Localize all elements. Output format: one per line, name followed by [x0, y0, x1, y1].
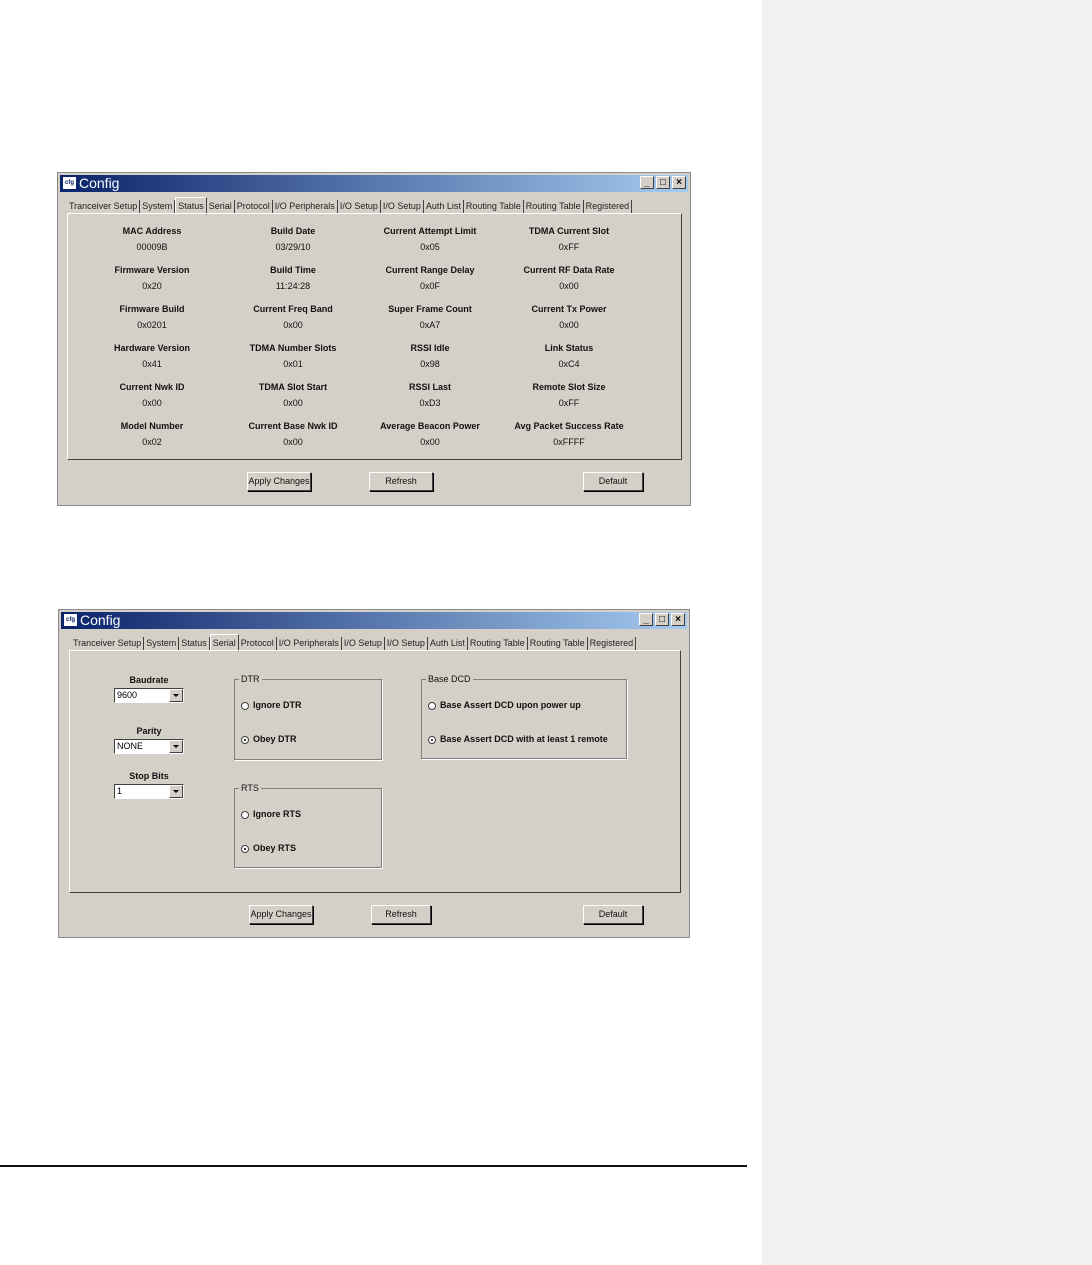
- tab-tranceiver-setup[interactable]: Tranceiver Setup: [67, 200, 141, 213]
- maximize-icon[interactable]: □: [655, 613, 669, 626]
- chevron-down-icon[interactable]: [169, 740, 183, 753]
- status-field: Build Time 11:24:28: [270, 265, 316, 291]
- status-field: RSSI Idle 0x98: [410, 343, 450, 369]
- status-field: Current Attempt Limit 0x05: [383, 226, 477, 252]
- tab-registered[interactable]: Registered: [584, 200, 633, 213]
- status-field: Current Base Nwk ID 0x00: [248, 421, 338, 447]
- stop-bits-label: Stop Bits: [129, 771, 169, 781]
- serial-tab-panel: Baudrate 9600 Parity NONE Stop Bits 1 DT…: [69, 650, 681, 893]
- refresh-button[interactable]: Refresh: [371, 905, 431, 924]
- status-field: TDMA Number Slots 0x01: [249, 343, 337, 369]
- parity-select[interactable]: NONE: [114, 739, 184, 754]
- status-field: Model Number 0x02: [120, 421, 184, 447]
- status-field: Current Nwk ID 0x00: [119, 382, 185, 408]
- tab-io-setup[interactable]: I/O Setup: [342, 637, 385, 650]
- footer-rule: [0, 1165, 747, 1167]
- status-field: Firmware Version 0x20: [114, 265, 190, 291]
- close-icon[interactable]: ×: [671, 613, 685, 626]
- tab-tranceiver-setup[interactable]: Tranceiver Setup: [71, 637, 145, 650]
- obey-dtr-radio[interactable]: Obey DTR: [241, 731, 297, 749]
- default-button[interactable]: Default: [583, 472, 643, 491]
- status-field: Hardware Version 0x41: [113, 343, 191, 369]
- tab-io-peripherals[interactable]: I/O Peripherals: [273, 200, 338, 213]
- base-dcd-power-up-radio[interactable]: Base Assert DCD upon power up: [428, 697, 581, 715]
- tab-routing-table-2[interactable]: Routing Table: [524, 200, 584, 213]
- apply-changes-button[interactable]: Apply Changes: [247, 472, 311, 491]
- status-field: Current Tx Power 0x00: [531, 304, 607, 330]
- tab-io-setup-2[interactable]: I/O Setup: [381, 200, 424, 213]
- dtr-group: DTR Ignore DTR Obey DTR: [234, 673, 382, 760]
- chevron-down-icon[interactable]: [169, 689, 183, 702]
- radio-selected-icon[interactable]: [428, 735, 436, 744]
- tab-registered[interactable]: Registered: [588, 637, 637, 650]
- tab-strip: Tranceiver Setup System Status Serial Protoc…: [71, 634, 637, 652]
- status-field: Super Frame Count 0xA7: [388, 304, 472, 330]
- maximize-icon[interactable]: □: [656, 176, 670, 189]
- status-field: Average Beacon Power 0x00: [380, 421, 480, 447]
- app-icon: [63, 613, 78, 627]
- status-field: Current Range Delay 0x0F: [385, 265, 475, 291]
- obey-rts-radio[interactable]: Obey RTS: [241, 840, 296, 858]
- tab-protocol[interactable]: Protocol: [239, 637, 277, 650]
- status-field: Firmware Build 0x0201: [119, 304, 185, 330]
- title-bar[interactable]: Config _ □ ×: [60, 175, 688, 192]
- tab-io-peripherals[interactable]: I/O Peripherals: [277, 637, 342, 650]
- radio-icon[interactable]: [241, 701, 249, 710]
- tab-serial[interactable]: Serial: [207, 200, 235, 213]
- default-button[interactable]: Default: [583, 905, 643, 924]
- tab-strip: Tranceiver Setup System Status Serial Protoc…: [67, 197, 633, 215]
- tab-auth-list[interactable]: Auth List: [428, 637, 468, 650]
- config-window-serial: Config _ □ × Tranceiver SetupSystemStatu…: [58, 609, 690, 938]
- status-tab-panel: MAC Address 00009B Build Date 03/29/10 Cur…: [67, 213, 682, 460]
- title-bar[interactable]: Config _ □ ×: [61, 612, 687, 629]
- minimize-icon[interactable]: _: [639, 613, 653, 626]
- status-field: MAC Address 00009B: [122, 226, 182, 252]
- baudrate-label: Baudrate: [129, 675, 169, 685]
- status-field: Current RF Data Rate 0x00: [523, 265, 615, 291]
- radio-selected-icon[interactable]: [241, 844, 249, 853]
- tab-auth-list[interactable]: Auth List: [424, 200, 464, 213]
- ignore-rts-radio[interactable]: Ignore RTS: [241, 806, 301, 824]
- rts-group: RTS Ignore RTS Obey RTS: [234, 782, 382, 868]
- tab-io-setup-2[interactable]: I/O Setup: [385, 637, 428, 650]
- chevron-down-icon[interactable]: [169, 785, 183, 798]
- status-field: Current Freq Band 0x00: [253, 304, 333, 330]
- tab-routing-table[interactable]: Routing Table: [464, 200, 524, 213]
- minimize-icon[interactable]: _: [640, 176, 654, 189]
- status-field: RSSI Last 0xD3: [408, 382, 451, 408]
- baudrate-select[interactable]: 9600: [114, 688, 184, 703]
- apply-changes-button[interactable]: Apply Changes: [249, 905, 313, 924]
- status-field: Build Date 03/29/10: [270, 226, 316, 252]
- radio-selected-icon[interactable]: [241, 735, 249, 744]
- status-field: TDMA Current Slot 0xFF: [528, 226, 610, 252]
- tab-routing-table[interactable]: Routing Table: [468, 637, 528, 650]
- window-title: Config: [79, 175, 120, 191]
- ignore-dtr-radio[interactable]: Ignore DTR: [241, 697, 302, 715]
- status-field: TDMA Slot Start 0x00: [258, 382, 328, 408]
- stop-bits-select[interactable]: 1: [114, 784, 184, 799]
- tab-protocol[interactable]: Protocol: [235, 200, 273, 213]
- radio-icon[interactable]: [428, 701, 436, 710]
- window-title: Config: [80, 612, 121, 628]
- status-field: Remote Slot Size 0xFF: [532, 382, 606, 408]
- tab-io-setup[interactable]: I/O Setup: [338, 200, 381, 213]
- app-icon: [62, 176, 77, 190]
- parity-label: Parity: [136, 726, 162, 736]
- base-dcd-group: Base DCD Base Assert DCD upon power up B…: [421, 673, 627, 759]
- status-field: Avg Packet Success Rate 0xFFFF: [514, 421, 624, 447]
- base-dcd-remote-radio[interactable]: Base Assert DCD with at least 1 remote: [428, 731, 608, 749]
- close-icon[interactable]: ×: [672, 176, 686, 189]
- tab-status[interactable]: Status: [179, 637, 210, 650]
- status-field: Link Status 0xC4: [544, 343, 594, 369]
- tab-routing-table-2[interactable]: Routing Table: [528, 637, 588, 650]
- tab-system[interactable]: System: [140, 200, 176, 213]
- tab-system[interactable]: System: [144, 637, 180, 650]
- comment-margin-panel: [762, 0, 1092, 1265]
- radio-icon[interactable]: [241, 810, 249, 819]
- refresh-button[interactable]: Refresh: [369, 472, 433, 491]
- config-window-status: Config _ □ × Tranceiver SetupSystemStatu…: [57, 172, 691, 506]
